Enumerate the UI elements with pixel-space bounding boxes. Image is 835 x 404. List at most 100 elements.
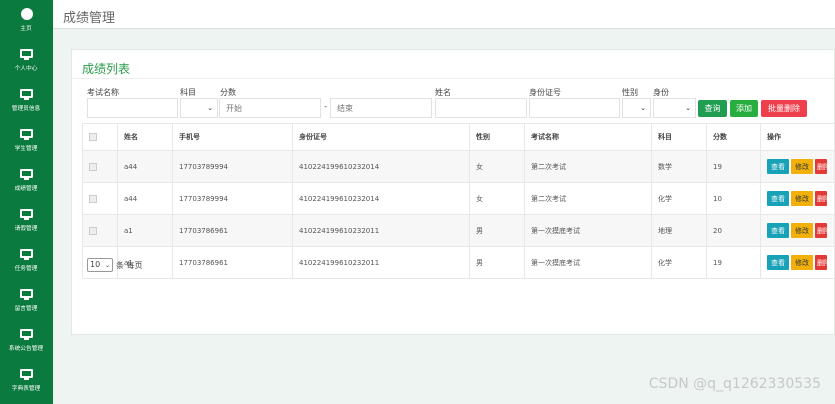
exam-name-label: 考试名称 xyxy=(87,88,119,97)
query-button[interactable]: 查询 xyxy=(698,100,727,117)
cell-gender: 女 xyxy=(469,150,525,183)
cell-id-card: 410224199610232011 xyxy=(292,214,470,247)
row-checkbox[interactable] xyxy=(89,194,97,203)
edit-button[interactable]: 修改 xyxy=(791,255,813,270)
column-header: 科目 xyxy=(651,123,707,151)
row-select-cell xyxy=(82,150,118,183)
cell-phone: 17703789994 xyxy=(172,182,293,215)
sidebar-item-label: 留言管理 xyxy=(15,304,38,312)
row-actions: 查看修改删除 xyxy=(760,246,835,279)
page-size-select[interactable]: 10 ⌄ xyxy=(87,258,113,272)
sidebar-item-label: 个人中心 xyxy=(15,64,38,72)
sidebar-item-label: 字典表管理 xyxy=(12,384,41,392)
sidebar-item[interactable]: 学生管理 xyxy=(0,120,53,160)
chevron-down-icon: ⌄ xyxy=(207,104,213,112)
cell-id-card: 410224199610232014 xyxy=(292,182,470,215)
score-start-input[interactable] xyxy=(219,98,321,118)
sidebar-item-label: 系统公告管理 xyxy=(9,344,44,352)
sidebar-item[interactable]: 系统公告管理 xyxy=(0,320,53,360)
edit-button[interactable]: 修改 xyxy=(791,159,813,174)
sidebar-item[interactable]: 主页 xyxy=(0,0,53,40)
sidebar-item-label: 成绩管理 xyxy=(15,184,38,192)
cell-score: 10 xyxy=(706,182,761,215)
row-select-cell xyxy=(82,182,118,215)
identity-select[interactable]: ⌄ xyxy=(653,98,696,118)
sidebar-item-label: 主页 xyxy=(20,25,33,32)
sidebar-item-label: 学生管理 xyxy=(15,144,38,152)
monitor-icon xyxy=(20,168,33,180)
edit-button[interactable]: 修改 xyxy=(791,191,813,206)
sidebar-item[interactable]: 成绩管理 xyxy=(0,160,53,200)
chevron-down-icon: ⌄ xyxy=(685,104,691,112)
monitor-icon xyxy=(20,208,33,220)
page-size-value: 10 xyxy=(90,260,101,269)
view-button[interactable]: 查看 xyxy=(767,191,789,206)
monitor-icon xyxy=(20,128,33,140)
cell-exam: 第二次考试 xyxy=(524,182,652,215)
row-actions: 查看修改删除 xyxy=(760,214,835,247)
sidebar-item[interactable]: 留言管理 xyxy=(0,280,53,320)
column-header: 分数 xyxy=(706,123,761,151)
cell-subject: 化学 xyxy=(651,246,707,279)
card-divider xyxy=(72,78,835,79)
row-actions: 查看修改删除 xyxy=(760,182,835,215)
row-checkbox[interactable] xyxy=(89,162,97,171)
sidebar-item-label: 请假管理 xyxy=(15,224,38,232)
sidebar-item[interactable]: 字典表管理 xyxy=(0,360,53,400)
view-button[interactable]: 查看 xyxy=(767,255,789,270)
cell-exam: 第二次考试 xyxy=(524,150,652,183)
cell-exam: 第一次摸底考试 xyxy=(524,214,652,247)
add-button[interactable]: 添加 xyxy=(730,100,758,117)
batch-delete-button[interactable]: 批量删除 xyxy=(761,100,807,117)
edit-button[interactable]: 修改 xyxy=(791,223,813,238)
dashboard-icon xyxy=(20,8,33,20)
delete-button[interactable]: 删除 xyxy=(815,223,827,238)
name-input[interactable] xyxy=(435,98,527,118)
pagination: 10 ⌄ 条 每页 xyxy=(87,258,143,272)
subject-select[interactable]: ⌄ xyxy=(180,98,218,118)
cell-exam: 第一次摸底考试 xyxy=(524,246,652,279)
cell-subject: 地理 xyxy=(651,214,707,247)
score-end-input[interactable] xyxy=(330,98,432,118)
sidebar-item-label: 管理员信息 xyxy=(12,104,41,112)
column-header: 操作 xyxy=(760,123,835,151)
row-actions: 查看修改删除 xyxy=(760,150,835,183)
id-card-input[interactable] xyxy=(529,98,620,118)
cell-name: a44 xyxy=(117,150,173,183)
column-header: 考试名称 xyxy=(524,123,652,151)
row-checkbox[interactable] xyxy=(89,226,97,235)
cell-score: 19 xyxy=(706,246,761,279)
sidebar-item[interactable]: 个人中心 xyxy=(0,40,53,80)
gender-label: 性别 xyxy=(622,88,638,97)
column-header: 身份证号 xyxy=(292,123,470,151)
sidebar-item[interactable]: 管理员信息 xyxy=(0,80,53,120)
monitor-icon xyxy=(20,88,33,100)
sidebar-item[interactable]: 请假管理 xyxy=(0,200,53,240)
card-title: 成绩列表 xyxy=(82,62,131,76)
delete-button[interactable]: 删除 xyxy=(815,191,827,206)
sidebar-item-label: 任务管理 xyxy=(15,264,38,272)
monitor-icon xyxy=(20,288,33,300)
monitor-icon xyxy=(20,328,33,340)
cell-gender: 男 xyxy=(469,214,525,247)
cell-subject: 化学 xyxy=(651,182,707,215)
gender-select[interactable]: ⌄ xyxy=(622,98,651,118)
exam-name-input[interactable] xyxy=(87,98,178,118)
score-range-separator: - xyxy=(324,102,328,112)
delete-button[interactable]: 删除 xyxy=(815,255,827,270)
table-row: a44 17703789994 410224199610232014 女第二次考试 数学… xyxy=(82,150,835,183)
column-header: 性别 xyxy=(469,123,525,151)
chevron-down-icon: ⌄ xyxy=(640,104,646,112)
view-button[interactable]: 查看 xyxy=(767,223,789,238)
sidebar: 主页个人中心管理员信息学生管理成绩管理请假管理任务管理留言管理系统公告管理 字典表… xyxy=(0,0,53,404)
table-row: a44 17703789994 410224199610232014 女第二次考试 化学… xyxy=(82,182,835,215)
monitor-icon xyxy=(20,48,33,60)
table-header-row: 姓名 手机号 身份证号 性别 考试名称 科目 分数 操作 xyxy=(82,123,835,151)
table-row: a1 17703786961 410224199610232011 男第一次摸底考试化… xyxy=(82,246,835,279)
page-title: 成绩管理 xyxy=(63,11,116,26)
delete-button[interactable]: 删除 xyxy=(815,159,827,174)
select-all-checkbox[interactable] xyxy=(89,133,97,141)
view-button[interactable]: 查看 xyxy=(767,159,789,174)
cell-name: a44 xyxy=(117,182,173,215)
sidebar-item[interactable]: 任务管理 xyxy=(0,240,53,280)
